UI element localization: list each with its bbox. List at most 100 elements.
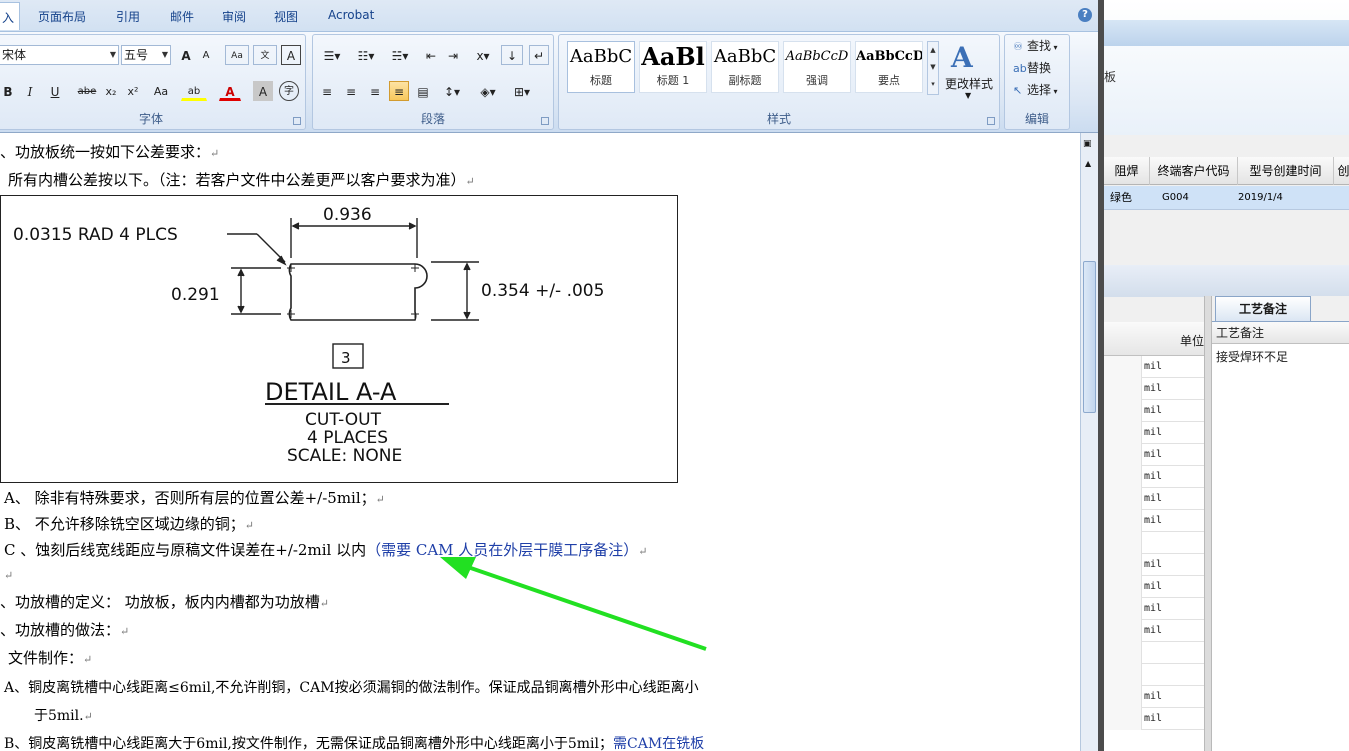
styles-scroll[interactable]: ▲ ▼ ▾: [927, 41, 939, 95]
font-color-button[interactable]: A: [219, 81, 241, 101]
col-created-time[interactable]: 型号创建时间: [1238, 157, 1334, 185]
style-title[interactable]: AaBbC 标题: [567, 41, 635, 93]
app-header-text: 板: [1104, 70, 1117, 84]
multilevel-list-button[interactable]: ☵▾: [385, 45, 415, 65]
select-button[interactable]: ↖ 选择 ▾: [1013, 81, 1058, 98]
panel-splitter[interactable]: [1204, 296, 1212, 751]
font-size-value: 五号: [124, 48, 149, 62]
table-row[interactable]: mil: [1104, 686, 1204, 708]
document-page[interactable]: 、功放板统一按如下公差要求：↵ 所有内槽公差按以下。（注：若客户文件中公差更严以…: [0, 133, 1080, 751]
table-row[interactable]: mil: [1104, 422, 1204, 444]
table-row[interactable]: mil: [1104, 598, 1204, 620]
align-right-button[interactable]: ≡: [365, 81, 385, 101]
table-row[interactable]: mil: [1104, 466, 1204, 488]
table-row[interactable]: mil: [1104, 356, 1204, 378]
table-row[interactable]: [1104, 664, 1204, 686]
distributed-button[interactable]: ▤: [413, 81, 433, 101]
highlight-button[interactable]: ab: [181, 81, 207, 101]
tab-page-layout[interactable]: 页面布局: [38, 8, 86, 25]
col-created[interactable]: 创: [1334, 157, 1349, 185]
style-strong[interactable]: AaBbCcD 要点: [855, 41, 923, 93]
tab-review[interactable]: 审阅: [222, 8, 246, 25]
subscript-button[interactable]: x₂: [101, 81, 121, 101]
table-row[interactable]: mil: [1104, 488, 1204, 510]
align-center-button[interactable]: ≡: [341, 81, 361, 101]
tab-acrobat[interactable]: Acrobat: [328, 8, 374, 22]
change-styles-button[interactable]: 更改样式: [945, 75, 993, 92]
underline-button[interactable]: U: [43, 81, 67, 101]
align-left-button[interactable]: ≡: [317, 81, 337, 101]
style-preview: AaBbCcD: [785, 49, 849, 64]
line-spacing-button[interactable]: ↕▾: [437, 81, 467, 101]
table-row[interactable]: mil: [1104, 510, 1204, 532]
ruler-toggle-icon[interactable]: ▣: [1083, 139, 1092, 149]
char-shading-button[interactable]: A: [253, 81, 273, 101]
green-arrow-annotation: [440, 557, 707, 651]
chinese-layout-button[interactable]: ⅹ▾: [469, 45, 497, 65]
table-row[interactable]: mil: [1104, 708, 1204, 730]
table-row[interactable]: [1104, 642, 1204, 664]
shrink-font-button[interactable]: A: [197, 45, 215, 65]
table-row[interactable]: mil: [1104, 554, 1204, 576]
scrollbar-thumb[interactable]: [1083, 261, 1096, 413]
font-name-combo[interactable]: 宋体 ▼: [0, 45, 119, 65]
table-row[interactable]: 绿色 G004 2019/1/4: [1104, 186, 1349, 210]
table-row[interactable]: mil: [1104, 444, 1204, 466]
ribbon: 宋体 ▼ 五号 ▼ A A Aa 文 A B I U abe x₂ x² Aa ab…: [0, 32, 1100, 133]
superscript-icon: x²: [127, 85, 139, 98]
style-heading1[interactable]: AaBl 标题 1: [639, 41, 707, 93]
replace-button[interactable]: ab替换: [1013, 59, 1051, 76]
style-emphasis[interactable]: AaBbCcD 强调: [783, 41, 851, 93]
tab-insert[interactable]: 入: [0, 2, 20, 30]
table-row[interactable]: mil: [1104, 400, 1204, 422]
show-marks-button[interactable]: ↵: [529, 45, 549, 65]
enclose-char-button[interactable]: 字: [279, 81, 299, 101]
superscript-button[interactable]: x²: [123, 81, 143, 101]
borders-button[interactable]: ⊞▾: [507, 81, 537, 101]
tab-references[interactable]: 引用: [116, 8, 140, 25]
tab-mailings[interactable]: 邮件: [170, 8, 194, 25]
help-icon[interactable]: ?: [1078, 8, 1092, 22]
document-scrollbar[interactable]: ▣ ▲: [1080, 133, 1098, 751]
bold-button[interactable]: B: [0, 81, 17, 101]
numbering-button[interactable]: ☷▾: [351, 45, 381, 65]
phonetic-guide-button[interactable]: 文: [253, 45, 277, 65]
tab-view[interactable]: 视图: [274, 8, 298, 25]
change-case-button[interactable]: Aa: [147, 81, 175, 101]
bullets-button[interactable]: ☰▾: [317, 45, 347, 65]
sort-button[interactable]: ↓: [501, 45, 523, 65]
shading-button[interactable]: ◈▾: [473, 81, 503, 101]
replace-icon: ab: [1013, 62, 1027, 75]
grow-font-button[interactable]: A: [177, 45, 195, 65]
clear-format-button[interactable]: Aa: [225, 45, 249, 65]
find-button[interactable]: ♾ 查找 ▾: [1013, 37, 1058, 54]
style-subtitle[interactable]: AaBbC 副标题: [711, 41, 779, 93]
process-note-value[interactable]: 接受焊环不足: [1216, 348, 1288, 365]
bullet-list-icon: ☰▾: [323, 49, 341, 63]
dialog-launcher-icon[interactable]: [541, 117, 549, 125]
styles-group-label: 样式: [766, 112, 791, 126]
dialog-launcher-icon[interactable]: [293, 117, 301, 125]
font-size-combo[interactable]: 五号 ▼: [121, 45, 171, 65]
col-solder-mask[interactable]: 阻焊: [1104, 157, 1150, 185]
row-cell: [1104, 532, 1142, 554]
enclose-char-icon: 字: [284, 86, 294, 97]
table-row[interactable]: mil: [1104, 378, 1204, 400]
table-row[interactable]: mil: [1104, 576, 1204, 598]
table-row[interactable]: [1104, 532, 1204, 554]
dialog-launcher-icon[interactable]: [987, 117, 995, 125]
decrease-indent-button[interactable]: ⇤: [421, 45, 441, 65]
col-unit[interactable]: 单位: [1180, 332, 1204, 349]
table-row[interactable]: mil: [1104, 620, 1204, 642]
char-border-button[interactable]: A: [281, 45, 301, 65]
italic-button[interactable]: I: [21, 81, 39, 101]
style-name: 标题 1: [656, 74, 690, 87]
strikethrough-button[interactable]: abe: [75, 81, 99, 101]
increase-indent-button[interactable]: ⇥: [443, 45, 463, 65]
justify-button[interactable]: ≡: [389, 81, 409, 101]
font-group: 宋体 ▼ 五号 ▼ A A Aa 文 A B I U abe x₂ x² Aa ab…: [0, 34, 306, 130]
scroll-up-icon[interactable]: ▲: [1085, 159, 1091, 168]
col-customer-code[interactable]: 终端客户代码: [1150, 157, 1238, 185]
tab-process-note[interactable]: 工艺备注: [1215, 296, 1311, 321]
row-cell: [1104, 444, 1142, 466]
